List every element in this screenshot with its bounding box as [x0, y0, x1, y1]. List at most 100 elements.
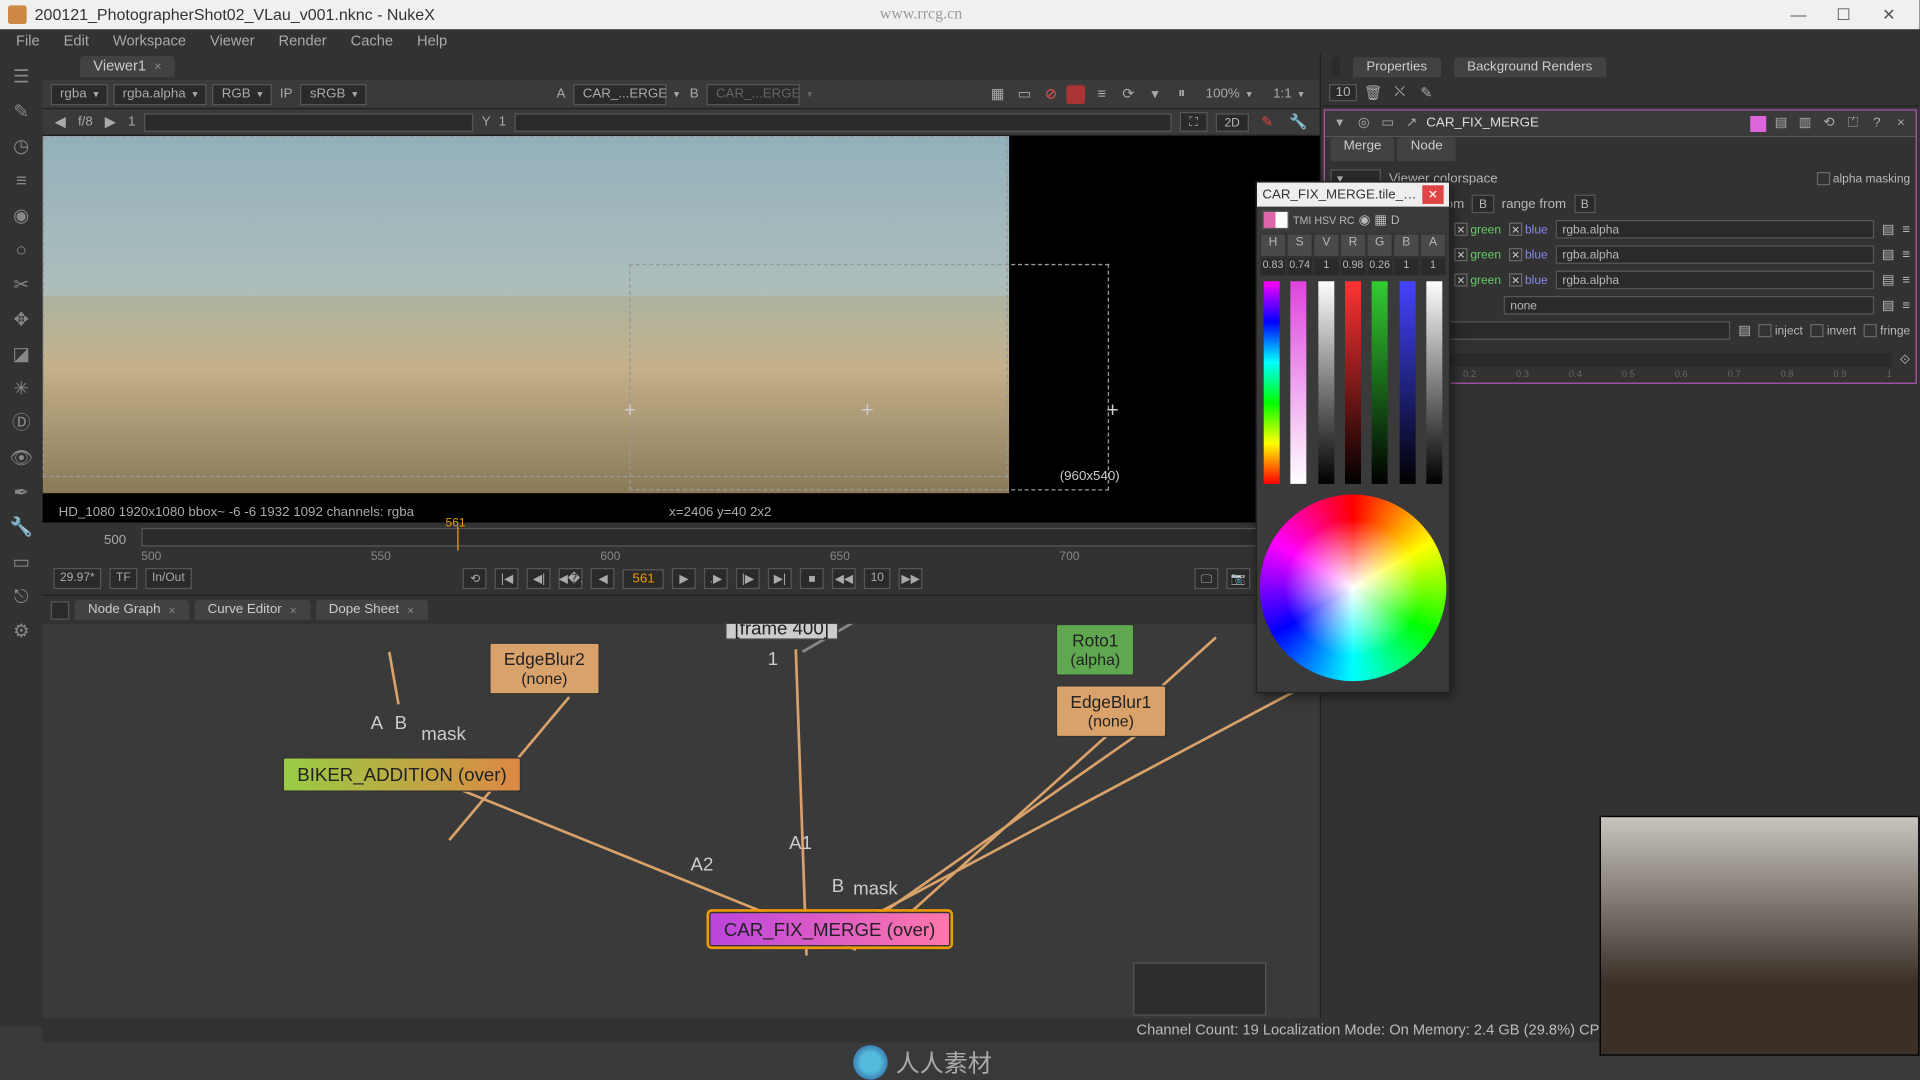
tool-wrench-icon[interactable]: 🔧	[7, 512, 36, 541]
window-maximize[interactable]: ☐	[1821, 0, 1866, 29]
input-b-dropdown[interactable]: CAR_...ERGE	[707, 83, 800, 104]
menu-help[interactable]: Help	[406, 31, 457, 52]
channel-set-dropdown[interactable]: rgba	[51, 83, 108, 104]
playhead[interactable]	[457, 527, 458, 551]
next-arrow-icon[interactable]: ▶	[101, 113, 120, 130]
pause-icon[interactable]: ⏸	[1171, 83, 1192, 104]
trash-icon[interactable]: 🗑	[1362, 82, 1383, 103]
tool-snow-icon[interactable]: ✳	[7, 373, 36, 402]
hue-slider[interactable]	[1260, 281, 1284, 484]
subtab-merge[interactable]: Merge	[1330, 137, 1394, 161]
skip-back-button[interactable]: ◀◀	[832, 568, 856, 589]
tool-list-icon[interactable]: ≡	[7, 165, 36, 194]
loop-icon[interactable]: ⟲	[463, 568, 487, 589]
tf-dropdown[interactable]: TF	[109, 568, 137, 589]
input-a-dropdown[interactable]: CAR_...ERGE	[573, 83, 666, 104]
roi-dropdown[interactable]: ⛶	[1180, 112, 1207, 132]
color-wheel[interactable]	[1260, 495, 1447, 682]
fringe-check[interactable]: fringe	[1864, 324, 1910, 337]
wrench2-icon[interactable]: 🔧	[1285, 113, 1311, 130]
menu-workspace[interactable]: Workspace	[102, 31, 196, 52]
close-icon[interactable]: ×	[154, 59, 162, 74]
tool-globe-icon[interactable]: ◉	[7, 200, 36, 229]
first-frame-button[interactable]: |◀	[495, 568, 519, 589]
down-icon[interactable]: ▾	[1144, 83, 1165, 104]
node-frame400[interactable]: [frame 400]	[725, 624, 838, 640]
menu-edit[interactable]: Edit	[53, 31, 100, 52]
timeline-track[interactable]: 561	[141, 528, 1309, 547]
tool-circle-icon[interactable]: ○	[7, 235, 36, 264]
sat-slider[interactable]	[1287, 281, 1311, 484]
help-icon[interactable]: ?	[1868, 114, 1887, 133]
node-edgeblur2[interactable]: EdgeBlur2 (none)	[489, 643, 599, 695]
alpha-masking-check[interactable]: alpha masking	[1817, 172, 1910, 185]
node-edgeblur1[interactable]: EdgeBlur1 (none)	[1056, 685, 1166, 737]
tool-arrows-icon[interactable]: ✥	[7, 304, 36, 333]
tool-conn-icon[interactable]: ⎋	[7, 581, 36, 610]
no-icon[interactable]: ⊘	[1040, 83, 1061, 104]
prev-key-button[interactable]: ◀|	[527, 568, 551, 589]
menu-render[interactable]: Render	[268, 31, 337, 52]
tool-gear-icon[interactable]: ⚙	[7, 616, 36, 645]
layer-dropdown[interactable]: RGB	[212, 83, 272, 104]
next-frame-button[interactable]: .▶	[704, 568, 728, 589]
ico2[interactable]: ▥	[1796, 114, 1815, 133]
node-graph[interactable]: EdgeBlur2 (none) Roto1 (alpha) EdgeBlur1…	[43, 624, 1320, 1027]
doc-icon[interactable]: ▭	[1378, 114, 1397, 133]
record-icon[interactable]	[1067, 85, 1086, 104]
fps-dropdown[interactable]: 29.97*	[53, 568, 101, 589]
grid-icon[interactable]: ▦	[987, 83, 1008, 104]
play-button[interactable]: ▶	[672, 568, 696, 589]
exposure-slider[interactable]	[143, 113, 473, 132]
current-frame[interactable]: 561	[623, 569, 664, 589]
node-roto1[interactable]: Roto1 (alpha)	[1056, 624, 1135, 676]
chevron-down-icon[interactable]: ▾	[1330, 114, 1349, 133]
alpha-slider[interactable]	[1422, 281, 1446, 484]
node-car-fix-merge[interactable]: CAR_FIX_MERGE (over)	[709, 912, 950, 947]
zoom-dropdown[interactable]: 100%	[1198, 83, 1260, 104]
refresh-icon[interactable]: ⟳	[1118, 83, 1139, 104]
next-key-button[interactable]: |▶	[736, 568, 760, 589]
node-minimap[interactable]	[1133, 962, 1266, 1015]
ico3[interactable]: ⟲	[1820, 114, 1839, 133]
achan-alpha[interactable]: rgba.alpha	[1556, 220, 1874, 239]
menu-file[interactable]: File	[5, 31, 50, 52]
center-icon[interactable]: ◎	[1354, 114, 1373, 133]
ratio-dropdown[interactable]: 1:1	[1265, 83, 1312, 104]
menu-cache[interactable]: Cache	[340, 31, 404, 52]
skip-fwd-button[interactable]: ▶▶	[899, 568, 923, 589]
blue-slider[interactable]	[1395, 281, 1419, 484]
tool-save-icon[interactable]: ▭	[7, 547, 36, 576]
close-icon[interactable]: ×	[1892, 114, 1911, 133]
row-btn2[interactable]: ≡	[1902, 222, 1910, 237]
menu-viewer[interactable]: Viewer	[199, 31, 265, 52]
node-biker-addition[interactable]: BIKER_ADDITION (over)	[283, 757, 522, 792]
val-slider[interactable]	[1314, 281, 1338, 484]
channel-dropdown[interactable]: rgba.alpha	[113, 83, 207, 104]
roi-rect[interactable]	[629, 264, 1109, 491]
window-close[interactable]: ✕	[1866, 0, 1911, 29]
lines-icon[interactable]: ≡	[1091, 83, 1112, 104]
close-icon[interactable]: ×	[169, 603, 176, 616]
monitor-icon[interactable]: 🖵	[1194, 568, 1218, 589]
ico4[interactable]: ⏍	[1844, 114, 1863, 133]
close-icon[interactable]: ×	[290, 603, 297, 616]
green-slider[interactable]	[1368, 281, 1392, 484]
props-limit[interactable]: 10	[1329, 84, 1357, 101]
handle-left-icon[interactable]: +	[624, 400, 636, 424]
grid-icon[interactable]: ▦	[1374, 213, 1387, 228]
tab-dope-sheet[interactable]: Dope Sheet×	[315, 600, 427, 620]
color-picker-popup[interactable]: CAR_FIX_MERGE.tile_co... ✕ TMI HSV RC ◉ …	[1256, 181, 1451, 693]
window-minimize[interactable]: —	[1776, 0, 1821, 29]
tool-d-icon[interactable]: Ⓓ	[7, 408, 36, 437]
stop-button[interactable]: ■	[800, 568, 824, 589]
tool-layers-icon[interactable]: ☰	[7, 61, 36, 90]
handle-right-icon[interactable]: +	[1106, 400, 1118, 424]
tab-curve-editor[interactable]: Curve Editor×	[194, 600, 310, 620]
lock-icon[interactable]: ⛌	[1389, 82, 1410, 103]
tool-brush-icon[interactable]: ✎	[7, 96, 36, 125]
inject-check[interactable]: inject	[1759, 324, 1803, 337]
play-back-button[interactable]: ◀	[591, 568, 615, 589]
row-btn1[interactable]: ▤	[1882, 222, 1895, 237]
tab-bg-renders[interactable]: Background Renders	[1454, 57, 1606, 77]
